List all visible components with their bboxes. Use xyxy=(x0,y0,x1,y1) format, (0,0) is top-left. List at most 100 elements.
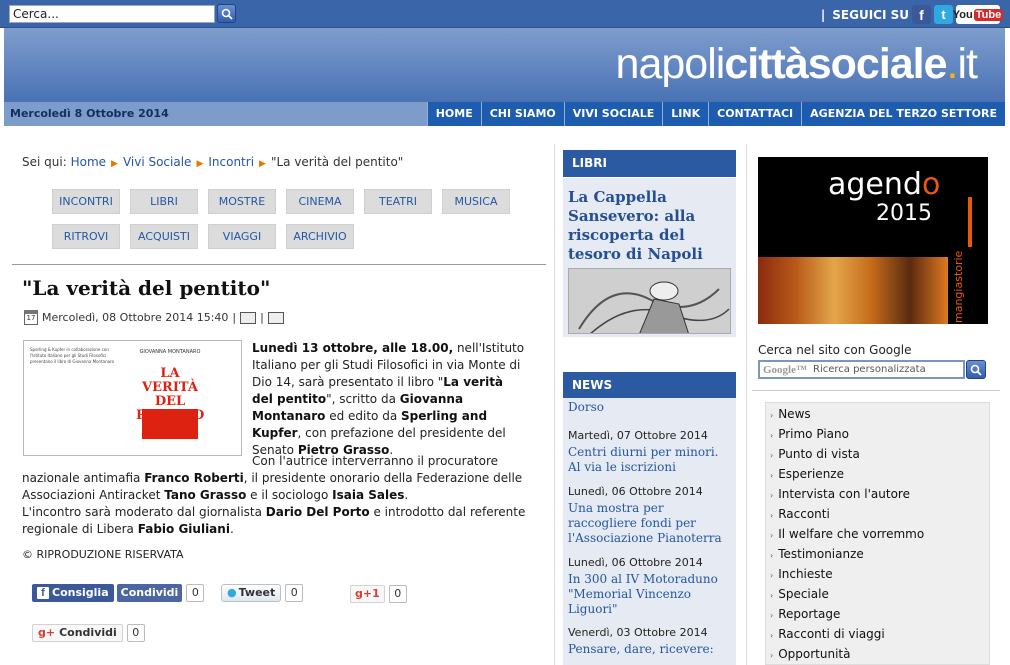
subnav-acquisti[interactable]: ACQUISTI xyxy=(130,224,198,249)
twitter-icon[interactable]: t xyxy=(934,5,953,24)
site-logo[interactable]: napolicittàsociale.it xyxy=(615,40,978,89)
gplus-share-label: Condividi xyxy=(59,626,117,639)
print-icon[interactable] xyxy=(240,311,257,324)
meta-separator: | xyxy=(232,311,237,324)
news-link[interactable]: Pensare, dare, ricevere: xyxy=(568,642,733,657)
category-label: Testimonianze xyxy=(778,547,864,561)
libri-heading: LIBRI xyxy=(563,150,736,177)
facebook-share-button[interactable]: Condividi xyxy=(116,584,183,602)
chevron-right-icon: › xyxy=(770,591,774,600)
news-link-partial[interactable]: Dorso xyxy=(568,400,733,415)
news-item: Lunedì, 06 Ottobre 2014 Una mostra per r… xyxy=(568,485,733,546)
google-search-placeholder: Ricerca personalizzata xyxy=(813,364,926,375)
sansevero-illustration xyxy=(569,269,730,333)
chevron-right-icon: › xyxy=(770,451,774,460)
main-nav: HOME CHI SIAMO VIVI SOCIALE LINK CONTATT… xyxy=(426,102,1005,126)
chevron-right-icon: › xyxy=(770,631,774,640)
subnav-viaggi[interactable]: VIAGGI xyxy=(208,224,276,249)
category-item[interactable]: › Punto di vista xyxy=(770,447,860,461)
category-item[interactable]: › Intervista con l'autore xyxy=(770,487,910,501)
category-item[interactable]: › Racconti di viaggi xyxy=(770,627,885,641)
news-list: Dorso Martedì, 07 Ottobre 2014 Centri di… xyxy=(563,398,736,665)
p3-b: Dario Del Porto xyxy=(265,505,370,519)
chevron-right-icon: ▶ xyxy=(196,159,204,169)
search-button[interactable] xyxy=(217,4,236,23)
agenda-banner[interactable]: agendo 2015 mangiastorie xyxy=(758,157,988,324)
top-bar: | SEGUICI SU f t YouTube xyxy=(0,0,1010,28)
news-link[interactable]: Centri diurni per minori. Al via le iscr… xyxy=(568,445,733,475)
gplus-share-button[interactable]: g+ Condividi xyxy=(32,624,123,642)
article-meta: 17 Mercoledì, 08 Ottobre 2014 15:40 | | xyxy=(24,310,284,325)
chevron-right-icon: ▶ xyxy=(111,159,118,169)
category-item[interactable]: › Testimonianze xyxy=(770,547,864,561)
subnav-teatri[interactable]: TEATRI xyxy=(364,189,432,214)
logo-part1: napoli xyxy=(615,40,726,88)
nav-home[interactable]: HOME xyxy=(426,102,481,126)
facebook-like-button[interactable]: f Consiglia xyxy=(32,584,114,602)
p2-b: Franco Roberti xyxy=(144,471,244,485)
nav-agenzia[interactable]: AGENZIA DEL TERZO SETTORE xyxy=(801,102,1005,126)
agenda-word: agendo xyxy=(828,167,940,202)
subnav-musica[interactable]: MUSICA xyxy=(442,189,510,214)
breadcrumb: Sei qui: Home ▶ Vivi Sociale ▶ Incontri ▶ "La … xyxy=(22,155,403,169)
tweet-button[interactable]: ● Tweet xyxy=(221,584,282,602)
column-divider xyxy=(554,144,555,665)
category-label: Racconti di viaggi xyxy=(778,627,885,641)
subnav-ritrovi[interactable]: RITROVI xyxy=(52,224,120,249)
category-item[interactable]: › Inchieste xyxy=(770,567,833,581)
search-input[interactable] xyxy=(9,5,215,23)
search-icon xyxy=(970,364,982,376)
tweet-label: Tweet xyxy=(238,586,276,599)
category-item[interactable]: › News xyxy=(770,407,811,421)
subnav-mostre[interactable]: MOSTRE xyxy=(208,189,276,214)
date-bar: Mercoledì 8 Ottobre 2014 HOME CHI SIAMO … xyxy=(4,102,1005,126)
nav-link[interactable]: LINK xyxy=(662,102,708,126)
nav-contattaci[interactable]: CONTATTACI xyxy=(708,102,801,126)
current-date: Mercoledì 8 Ottobre 2014 xyxy=(10,107,169,120)
chevron-right-icon: › xyxy=(770,431,774,440)
news-item: Venerdì, 03 Ottobre 2014 Pensare, dare, … xyxy=(568,626,733,657)
breadcrumb-home[interactable]: Home xyxy=(71,155,106,169)
category-item[interactable]: › Il welfare che vorremmo xyxy=(770,527,924,541)
news-date: Martedì, 07 Ottobre 2014 xyxy=(568,429,708,442)
p2-e: e il sociologo xyxy=(246,488,333,502)
news-link[interactable]: In 300 al IV Motoraduno "Memorial Vincen… xyxy=(568,572,733,617)
chevron-right-icon: › xyxy=(770,531,774,540)
gplus-button[interactable]: g+1 xyxy=(350,585,385,603)
subnav-incontri[interactable]: INCONTRI xyxy=(52,189,120,214)
article-image: Sperling & Kupfer in collaborazione con … xyxy=(23,340,242,456)
category-item[interactable]: › Speciale xyxy=(770,587,829,601)
google-search-input[interactable]: Google™ Ricerca personalizzata xyxy=(758,360,965,379)
category-item[interactable]: › Opportunità xyxy=(770,647,850,661)
category-item[interactable]: › Racconti xyxy=(770,507,830,521)
news-date: Lunedì, 06 Ottobre 2014 xyxy=(568,485,703,498)
logo-part2: cittàsociale xyxy=(724,40,947,88)
email-icon[interactable] xyxy=(267,311,284,324)
category-label: Punto di vista xyxy=(778,447,860,461)
libri-image[interactable] xyxy=(568,268,731,334)
breadcrumb-incontri[interactable]: Incontri xyxy=(208,155,254,169)
news-item: Martedì, 07 Ottobre 2014 Centri diurni p… xyxy=(568,429,733,475)
category-item[interactable]: › Reportage xyxy=(770,607,840,621)
category-item[interactable]: › Primo Piano xyxy=(770,427,849,441)
subnav-archivio[interactable]: ARCHIVIO xyxy=(286,224,354,249)
chevron-right-icon: › xyxy=(770,651,774,660)
category-label: Intervista con l'autore xyxy=(778,487,910,501)
nav-chi-siamo[interactable]: CHI SIAMO xyxy=(480,102,564,126)
subnav-cinema[interactable]: CINEMA xyxy=(286,189,354,214)
news-link[interactable]: Una mostra per raccogliere fondi per l'A… xyxy=(568,501,733,546)
news-item: Lunedì, 06 Ottobre 2014 In 300 al IV Mot… xyxy=(568,556,733,617)
logo-dot: . xyxy=(946,40,959,88)
google-search-button[interactable] xyxy=(966,360,986,379)
subnav-libri[interactable]: LIBRI xyxy=(130,189,198,214)
chevron-right-icon: › xyxy=(770,551,774,560)
book-cover: GIOVANNA MONTANARO LA VERITÀ DEL PENTITO xyxy=(134,349,206,451)
facebook-icon[interactable]: f xyxy=(912,5,931,24)
libri-article-link[interactable]: La Cappella Sansevero: alla riscoperta d… xyxy=(568,188,733,264)
libri-box: La Cappella Sansevero: alla riscoperta d… xyxy=(563,178,736,337)
chevron-right-icon: › xyxy=(770,611,774,620)
breadcrumb-vivi-sociale[interactable]: Vivi Sociale xyxy=(123,155,192,169)
nav-vivi-sociale[interactable]: VIVI SOCIALE xyxy=(563,102,663,126)
category-item[interactable]: › Esperienze xyxy=(770,467,844,481)
youtube-icon[interactable]: You Tube xyxy=(953,5,1004,24)
